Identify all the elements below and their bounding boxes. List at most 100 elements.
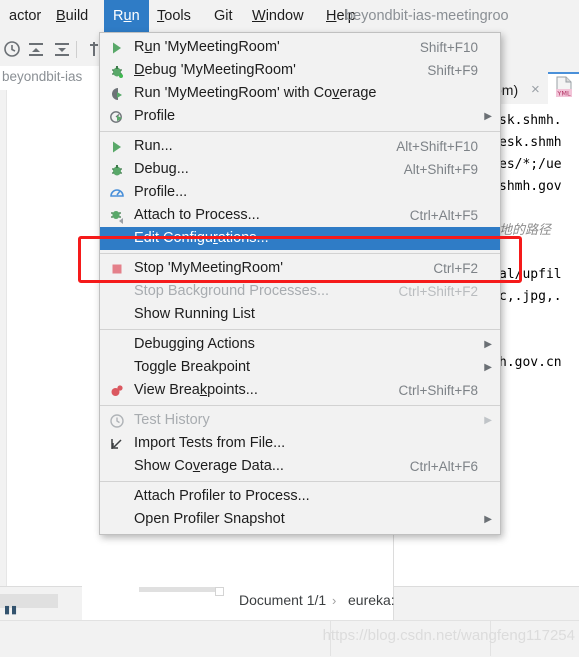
scroll-marker-icon: ▮▮ bbox=[4, 604, 19, 616]
menu-label: Stop 'MyMeetingRoom' bbox=[134, 260, 283, 276]
menu-label: Debug... bbox=[134, 161, 189, 177]
editor-scrollbar-track[interactable] bbox=[139, 587, 217, 592]
menu-shortcut: Ctrl+Alt+F6 bbox=[409, 459, 478, 474]
menu-label: Run 'MyMeetingRoom' with Coverage bbox=[134, 85, 377, 101]
menu-label: View Breakpoints... bbox=[134, 382, 258, 398]
menu-item-test-history: Test History ▶ bbox=[100, 409, 500, 432]
code-line: sk.shmh. bbox=[499, 113, 562, 128]
menu-icon-placeholder bbox=[106, 508, 128, 531]
collapse-all-icon[interactable] bbox=[52, 39, 72, 59]
history-icon[interactable] bbox=[2, 39, 22, 59]
menu-item-edit-configurations[interactable]: Edit Configurations... bbox=[100, 227, 500, 250]
menu-item-profile-submenu[interactable]: Profile ▶ bbox=[100, 105, 500, 128]
menu-label: Toggle Breakpoint bbox=[134, 359, 251, 375]
menu-item-run-mymeetingroom[interactable]: Run 'MyMeetingRoom' Shift+F10 bbox=[100, 36, 500, 59]
menu-shortcut: Ctrl+F2 bbox=[433, 261, 478, 276]
menubar-item-git[interactable]: Git bbox=[205, 0, 242, 32]
menu-label: Open Profiler Snapshot bbox=[134, 511, 285, 527]
clock-icon bbox=[106, 409, 128, 432]
main-menu-bar: actor Build Run Tools Git Window Help be… bbox=[0, 0, 579, 33]
menu-item-attach-to-process[interactable]: Attach to Process... Ctrl+Alt+F5 bbox=[100, 204, 500, 227]
menu-icon-placeholder bbox=[106, 303, 128, 326]
status-separator-icon: › bbox=[332, 593, 337, 608]
menu-item-stop-mymeetingroom[interactable]: Stop 'MyMeetingRoom' Ctrl+F2 bbox=[100, 257, 500, 280]
menu-item-view-breakpoints[interactable]: View Breakpoints... Ctrl+Shift+F8 bbox=[100, 379, 500, 402]
menubar-label-git: Git bbox=[214, 8, 233, 24]
editor-scrollbar-thumb[interactable] bbox=[215, 587, 224, 596]
menubar-item-run[interactable]: Run bbox=[104, 0, 149, 32]
menu-label: Show Coverage Data... bbox=[134, 458, 284, 474]
import-tests-icon bbox=[106, 432, 128, 455]
menu-shortcut: Ctrl+Shift+F2 bbox=[398, 284, 478, 299]
submenu-arrow-icon: ▶ bbox=[484, 415, 492, 426]
coverage-icon bbox=[106, 82, 128, 105]
menu-item-debug-mymeetingroom[interactable]: Debug 'MyMeetingRoom' Shift+F9 bbox=[100, 59, 500, 82]
code-line: h.gov.cn bbox=[499, 355, 562, 370]
stop-red-square-icon bbox=[106, 257, 128, 280]
watermark-text: https://blog.csdn.net/wangfeng117254 bbox=[322, 627, 575, 644]
run-green-play-icon bbox=[106, 36, 128, 59]
debug-bug-icon bbox=[106, 59, 128, 82]
menu-separator bbox=[100, 253, 500, 254]
menu-item-debugging-actions[interactable]: Debugging Actions ▶ bbox=[100, 333, 500, 356]
code-line-comment: 地的路径 bbox=[499, 223, 552, 238]
menu-label: Edit Configurations... bbox=[134, 230, 269, 246]
eureka-status-label[interactable]: eureka: bbox=[348, 592, 395, 608]
menu-label: Test History bbox=[134, 412, 210, 428]
close-icon[interactable]: × bbox=[531, 81, 540, 98]
menu-item-run-dialog[interactable]: Run... Alt+Shift+F10 bbox=[100, 135, 500, 158]
menu-item-profile-dialog[interactable]: Profile... bbox=[100, 181, 500, 204]
menu-separator bbox=[100, 405, 500, 406]
project-name-label: beyondbit-ias-meetingroo bbox=[345, 8, 509, 24]
menu-item-show-running-list[interactable]: Show Running List bbox=[100, 303, 500, 326]
menu-shortcut: Shift+F10 bbox=[419, 40, 478, 55]
yml-file-icon: YML bbox=[554, 76, 574, 98]
menubar-item-tools[interactable]: Tools bbox=[148, 0, 200, 32]
menu-separator bbox=[100, 131, 500, 132]
menu-item-open-profiler-snapshot[interactable]: Open Profiler Snapshot ▶ bbox=[100, 508, 500, 531]
run-menu-popup[interactable]: Run 'MyMeetingRoom' Shift+F10 Debug 'MyM… bbox=[99, 32, 501, 535]
menubar-item-window[interactable]: Window bbox=[243, 0, 313, 32]
document-indicator[interactable]: Document 1/1 bbox=[239, 592, 326, 608]
menu-separator bbox=[100, 329, 500, 330]
menu-item-run-with-coverage[interactable]: Run 'MyMeetingRoom' with Coverage bbox=[100, 82, 500, 105]
menubar-label-window: indow bbox=[265, 8, 304, 24]
menubar-item-build[interactable]: Build bbox=[47, 0, 97, 32]
editor-gutter bbox=[0, 90, 7, 586]
menu-shortcut: Ctrl+Alt+F5 bbox=[409, 208, 478, 223]
menu-shortcut: Alt+Shift+F10 bbox=[396, 139, 478, 154]
menu-label: Import Tests from File... bbox=[134, 435, 286, 451]
menu-label: Stop Background Processes... bbox=[134, 283, 330, 299]
submenu-arrow-icon: ▶ bbox=[484, 339, 492, 350]
menu-item-toggle-breakpoint[interactable]: Toggle Breakpoint ▶ bbox=[100, 356, 500, 379]
menu-item-show-coverage-data[interactable]: Show Coverage Data... Ctrl+Alt+F6 bbox=[100, 455, 500, 478]
menu-icon-placeholder bbox=[106, 333, 128, 356]
submenu-arrow-icon: ▶ bbox=[484, 514, 492, 525]
menu-item-attach-profiler-to-process[interactable]: Attach Profiler to Process... bbox=[100, 485, 500, 508]
debug-bug-icon bbox=[106, 158, 128, 181]
attach-process-icon bbox=[106, 204, 128, 227]
menu-label: Debugging Actions bbox=[134, 336, 255, 352]
code-line: c,.jpg,. bbox=[499, 289, 562, 304]
menu-label: Show Running List bbox=[134, 306, 255, 322]
menu-icon-placeholder bbox=[106, 455, 128, 478]
code-line: shmh.gov bbox=[499, 179, 562, 194]
svg-text:YML: YML bbox=[556, 90, 571, 98]
code-line: al/upfil bbox=[499, 267, 562, 282]
menu-label: Profile... bbox=[134, 184, 188, 200]
menubar-item-refactor[interactable]: actor bbox=[0, 0, 50, 32]
menu-shortcut: Ctrl+Shift+F8 bbox=[398, 383, 478, 398]
run-green-play-icon bbox=[106, 135, 128, 158]
menu-label: Profile bbox=[134, 108, 176, 124]
menu-icon-placeholder bbox=[106, 485, 128, 508]
menu-item-import-tests-from-file[interactable]: Import Tests from File... bbox=[100, 432, 500, 455]
menu-separator bbox=[100, 481, 500, 482]
breakpoint-red-dot-icon bbox=[106, 379, 128, 402]
breadcrumb-path[interactable]: beyondbit-ias bbox=[2, 69, 82, 84]
expand-all-icon[interactable] bbox=[26, 39, 46, 59]
menu-shortcut: Shift+F9 bbox=[427, 63, 478, 78]
toolbar-divider bbox=[76, 41, 77, 58]
menu-label: Run... bbox=[134, 138, 173, 154]
menu-item-debug-dialog[interactable]: Debug... Alt+Shift+F9 bbox=[100, 158, 500, 181]
code-line: esk.shmh bbox=[499, 135, 562, 150]
